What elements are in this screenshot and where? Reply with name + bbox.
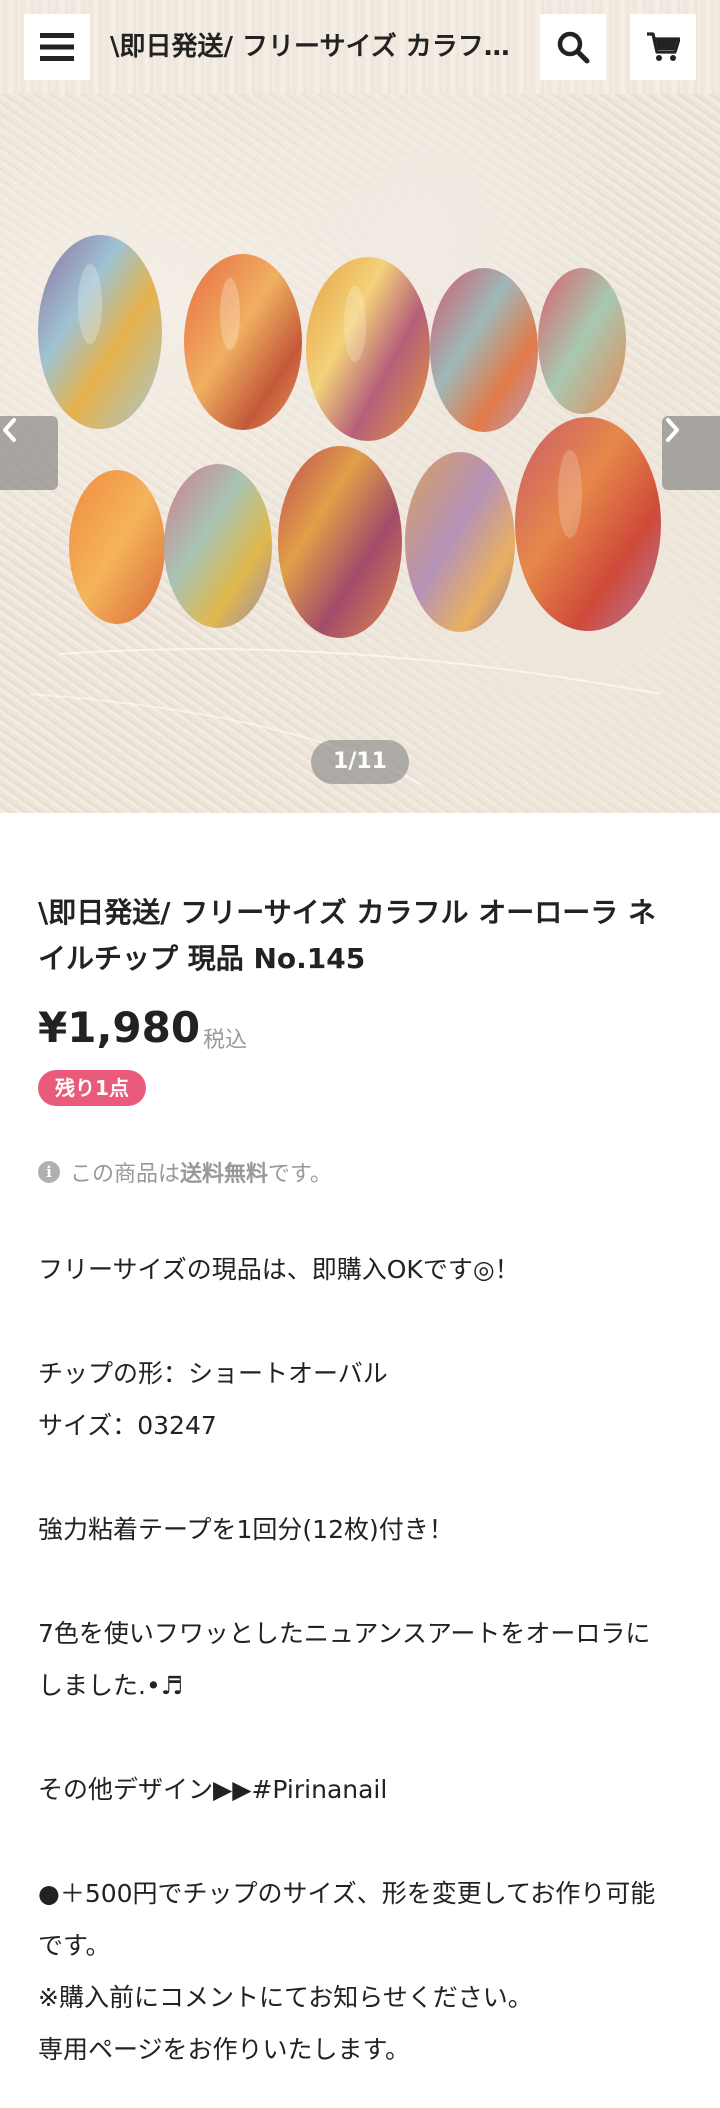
image-counter: 1/11 — [311, 740, 409, 784]
product-description: フリーサイズの現品は、即購入OKです◎！ チップの形：ショートオーバル サイズ：… — [38, 1244, 688, 2076]
shipping-text-bold: 送料無料 — [180, 1162, 269, 1187]
header-bar: \即日発送/ フリーサイズ カラフル オーローラ ネイルチップ 現品 No.14… — [0, 0, 720, 94]
search-icon — [557, 31, 590, 64]
header-title: \即日発送/ フリーサイズ カラフル オーローラ ネイルチップ 現品 No.14… — [110, 32, 540, 62]
description-line: サイズ：03247 — [38, 1411, 217, 1440]
description-line: ※購入前にコメントにてお知らせください。 — [38, 1983, 533, 2012]
hamburger-icon — [40, 33, 74, 61]
description-line: その他デザイン▶▶#Pirinanail — [38, 1775, 388, 1804]
product-price: ¥1,980 — [38, 1003, 201, 1052]
chevron-right-icon — [666, 418, 679, 442]
product-image-slider[interactable]: 1/11 — [0, 94, 720, 813]
cart-icon — [647, 32, 680, 61]
shipping-notice: i この商品は 送料無料 です。 — [38, 1156, 332, 1188]
menu-button[interactable] — [24, 14, 90, 80]
description-line — [38, 1452, 688, 1504]
chevron-left-icon — [3, 418, 16, 442]
description-line — [38, 1816, 688, 1868]
cart-button[interactable] — [630, 14, 696, 80]
description-line: 強力粘着テープを1回分(12枚)付き！ — [38, 1515, 454, 1544]
shipping-text-pre: この商品は — [70, 1162, 181, 1187]
next-image-button[interactable] — [662, 416, 720, 490]
tax-label: 税込 — [203, 1028, 248, 1053]
search-button[interactable] — [540, 14, 606, 80]
previous-image-button[interactable] — [0, 416, 58, 490]
description-line: フリーサイズの現品は、即購入OKです◎！ — [38, 1255, 520, 1284]
product-title: \即日発送/ フリーサイズ カラフル オーローラ ネイルチップ 現品 No.14… — [38, 896, 657, 975]
description-line: です。 — [38, 1931, 111, 1960]
description-line: チップの形：ショートオーバル — [38, 1359, 388, 1388]
description-line: 専用ページをお作りいたします。 — [38, 2035, 411, 2064]
product-photo — [29, 235, 661, 785]
description-line: ●＋500円でチップのサイズ、形を変更してお作り可能 — [38, 1879, 656, 1908]
description-line — [38, 1712, 688, 1764]
info-icon: i — [38, 1161, 60, 1183]
stock-badge: 残り1点 — [38, 1070, 146, 1106]
shipping-text-post: です。 — [268, 1162, 332, 1187]
description-line: 7色を使いフワッとしたニュアンスアートをオーロラに — [38, 1619, 651, 1648]
description-line: しました.•♬ — [38, 1671, 184, 1700]
description-line — [38, 1556, 688, 1608]
description-line — [38, 1296, 688, 1348]
